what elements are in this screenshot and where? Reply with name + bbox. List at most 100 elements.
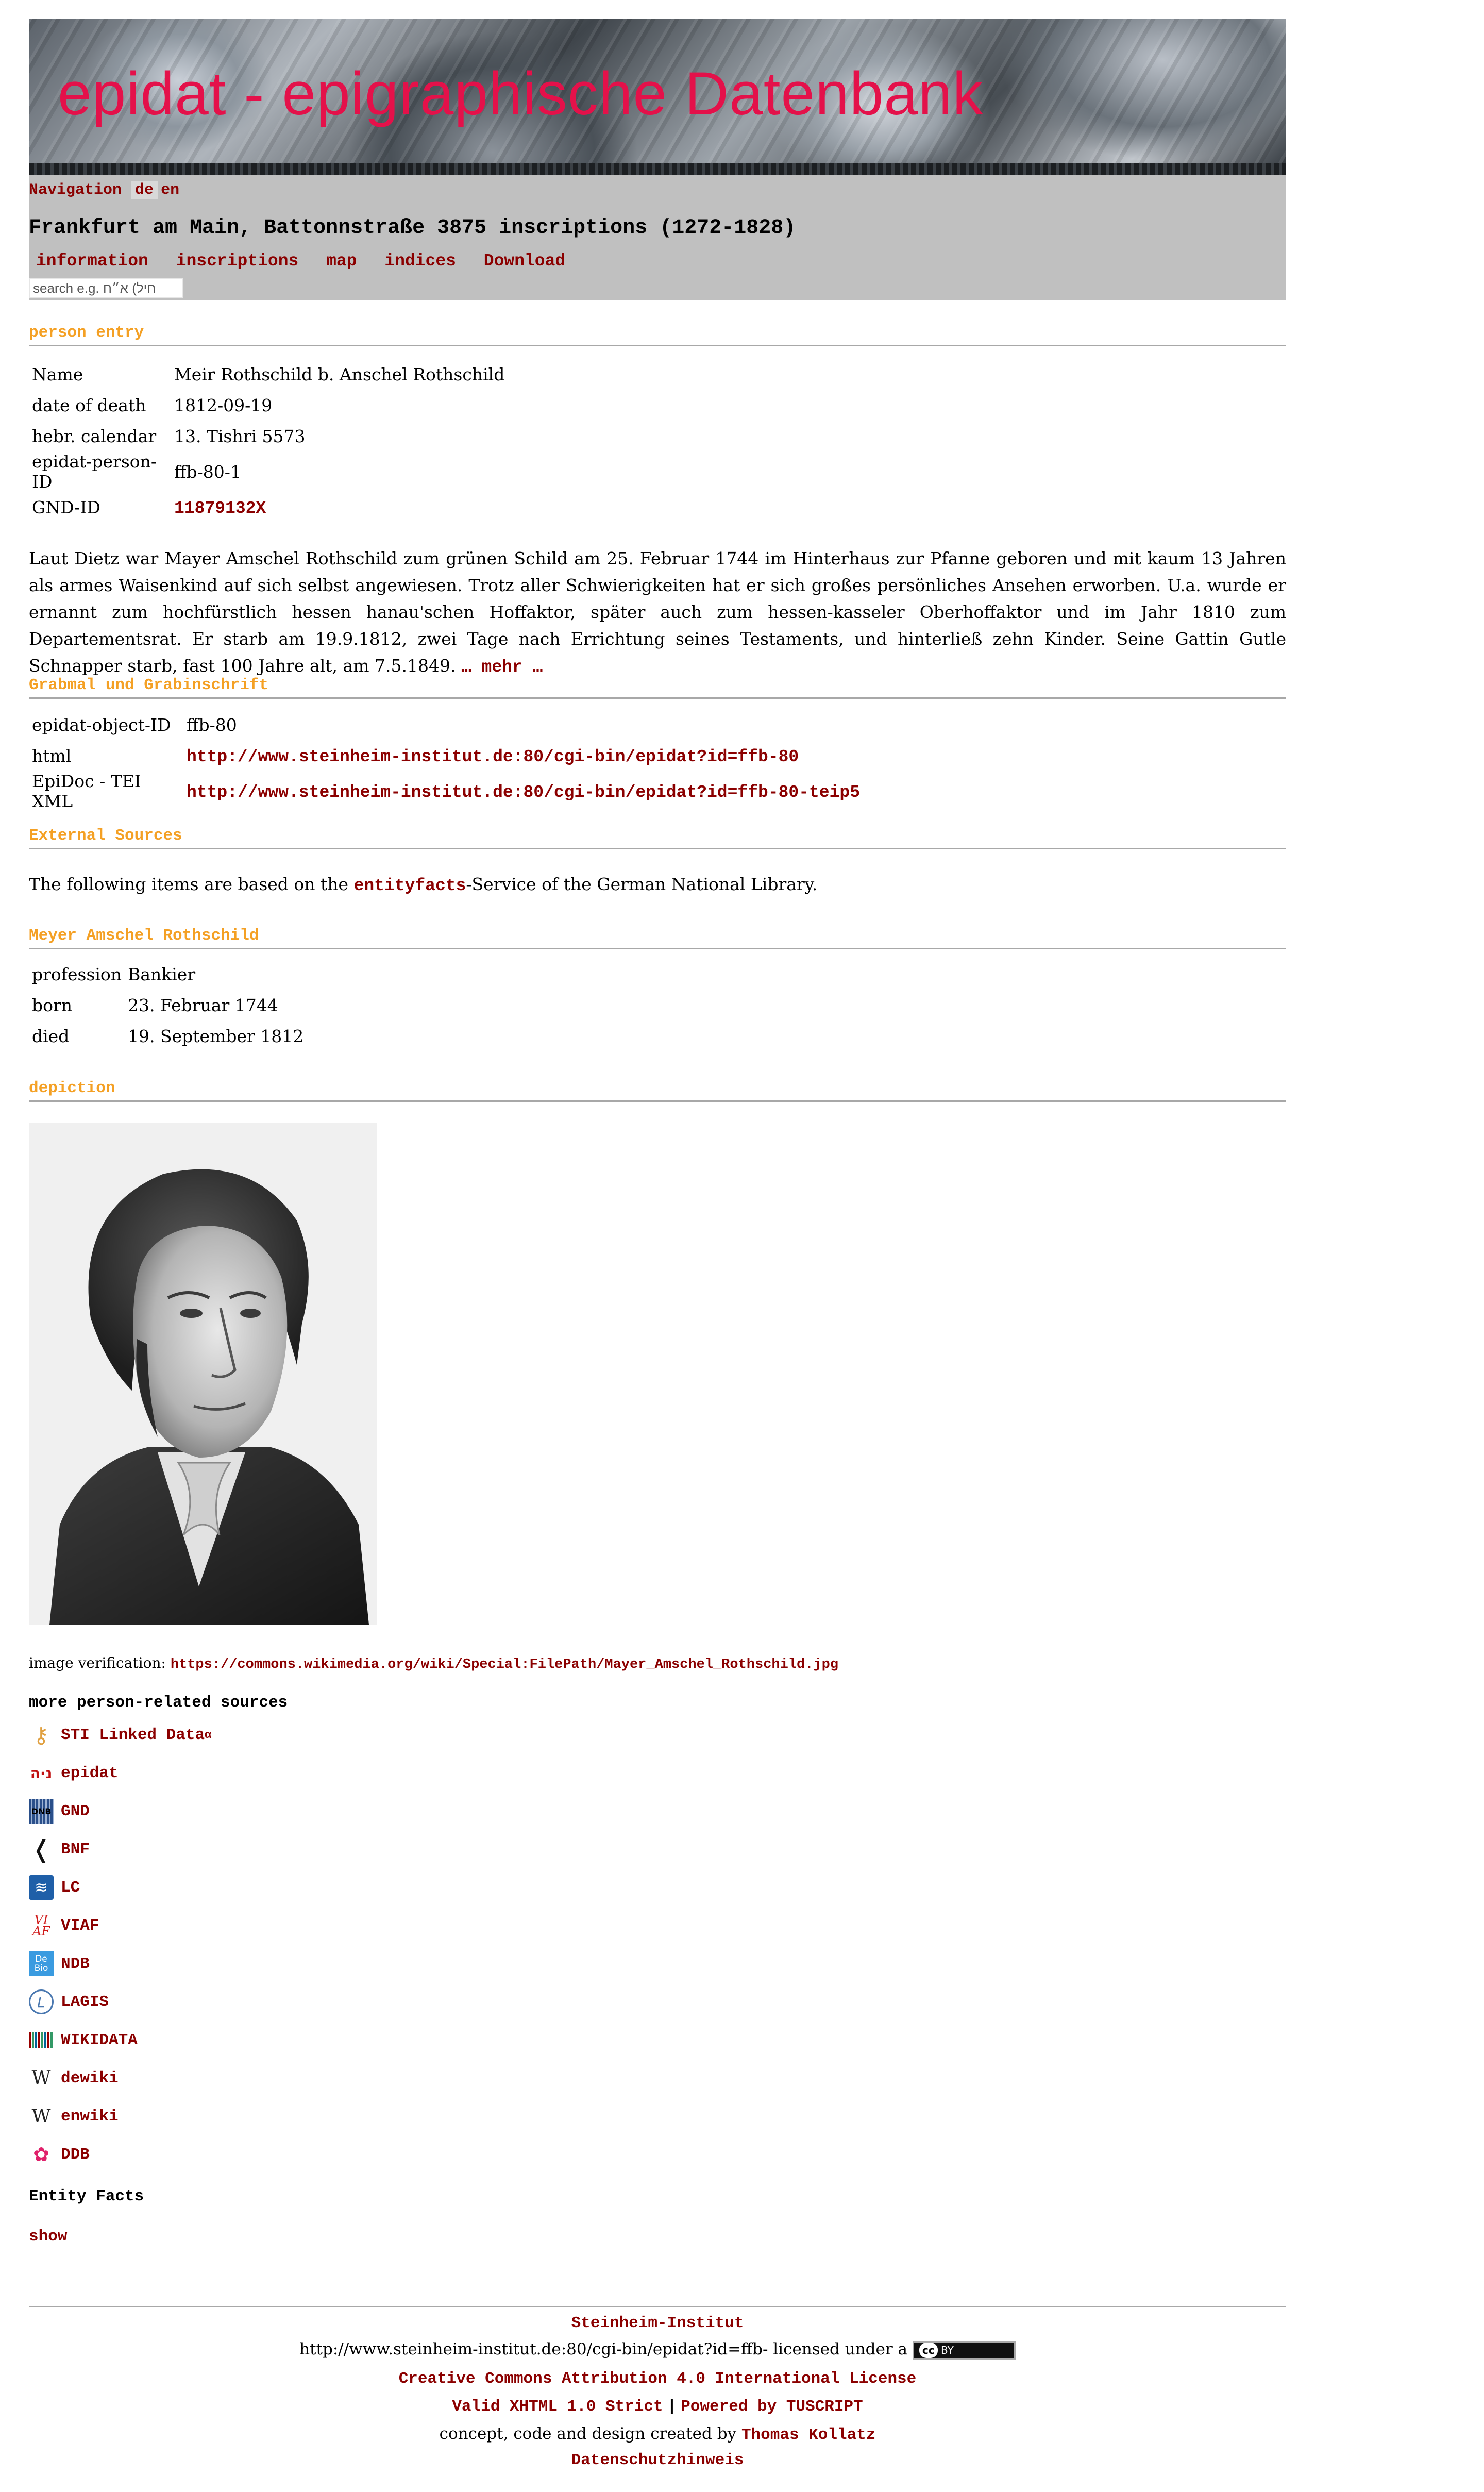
valid-xhtml-link[interactable]: Valid XHTML 1.0 Strict	[452, 2398, 663, 2416]
source-enwiki[interactable]: W enwiki	[29, 2101, 119, 2132]
source-ddb[interactable]: ✿ DDB	[29, 2139, 90, 2170]
biography-body: Laut Dietz war Mayer Amschel Rothschild …	[29, 548, 1286, 676]
institute-link[interactable]: Steinheim-Institut	[29, 2314, 1286, 2332]
search-input[interactable]	[29, 278, 183, 298]
entityfacts-link[interactable]: entityfacts	[354, 876, 466, 895]
verification-url-link[interactable]: https://commons.wikimedia.org/wiki/Speci…	[171, 1657, 838, 1673]
external-sources-heading: External Sources	[29, 827, 1286, 849]
source-wikidata[interactable]: WIKIDATA	[29, 2025, 138, 2055]
wikidata-icon	[29, 2032, 54, 2048]
cc-by-badge[interactable]: cc BY	[912, 2340, 1016, 2360]
wikipedia-icon: W	[31, 2067, 51, 2089]
row-key: EpiDoc - TEI XML	[32, 771, 141, 811]
source-gnd[interactable]: DNB GND	[29, 1796, 90, 1827]
source-sti-linked-data[interactable]: ⚷ STI Linked Data α	[29, 1719, 212, 1750]
gnd-id-link[interactable]: 11879132X	[174, 499, 266, 518]
menu-map[interactable]: map	[326, 252, 357, 271]
language-de-link[interactable]: de	[131, 181, 158, 199]
cc-icon: cc	[919, 2342, 938, 2358]
html-link[interactable]: http://www.steinheim-institut.de:80/cgi-…	[187, 747, 799, 766]
privacy-link[interactable]: Datenschutzhinweis	[29, 2451, 1286, 2469]
row-value: 13. Tishri 5573	[174, 426, 306, 446]
gnd-person-table: profession Bankier born 23. Februar 1744…	[29, 959, 307, 1051]
gnd-person-heading: Meyer Amschel Rothschild	[29, 927, 1286, 949]
language-en-link[interactable]: en	[161, 181, 179, 199]
bnf-icon: ❬	[31, 1835, 52, 1863]
source-bnf[interactable]: ❬ BNF	[29, 1834, 90, 1865]
site-title: epidat - epigraphische Datenbank	[58, 60, 984, 128]
epidoc-link[interactable]: http://www.steinheim-institut.de:80/cgi-…	[187, 783, 860, 802]
source-label: GND	[61, 1802, 90, 1820]
table-row: EpiDoc - TEI XML http://www.steinheim-in…	[29, 771, 863, 811]
row-key: html	[32, 745, 72, 766]
row-value: 19. September 1812	[128, 1026, 304, 1046]
table-row: epidat-person-ID ffb-80-1	[29, 451, 508, 492]
source-label: epidat	[61, 1764, 119, 1782]
gnd-icon: DNB	[29, 1799, 54, 1824]
navigation-label[interactable]: Navigation	[29, 181, 122, 199]
source-label: LC	[61, 1878, 80, 1897]
alpha-superscript: α	[205, 1728, 212, 1742]
navigation-panel: Navigation de en Frankfurt am Main, Batto…	[29, 175, 1286, 300]
grabmal-table: epidat-object-ID ffb-80 html http://www.…	[29, 709, 863, 812]
footer-separator: |	[667, 2398, 677, 2416]
menu-download[interactable]: Download	[484, 252, 565, 271]
source-epidat[interactable]: נ·ה epidat	[29, 1758, 119, 1788]
row-key: Name	[32, 364, 83, 384]
source-ndb[interactable]: De Bio NDB	[29, 1948, 90, 1979]
source-lc[interactable]: ≋ LC	[29, 1872, 80, 1903]
external-sources-text: The following items are based on the ent…	[29, 871, 1286, 899]
table-row: html http://www.steinheim-institut.de:80…	[29, 740, 863, 771]
more-link[interactable]: … mehr …	[461, 658, 543, 677]
table-row: Name Meir Rothschild b. Anschel Rothschi…	[29, 359, 508, 390]
image-verification: image verification: https://commons.wiki…	[29, 1654, 838, 1673]
row-key: GND-ID	[32, 497, 100, 517]
row-value: ffb-80	[187, 714, 237, 735]
person-entry-heading: person entry	[29, 324, 1286, 346]
source-dewiki[interactable]: W dewiki	[29, 2063, 119, 2094]
menu-indices[interactable]: indices	[384, 252, 456, 271]
credits-text: concept, code and design created by	[439, 2424, 741, 2443]
source-label: DDB	[61, 2145, 90, 2164]
source-viaf[interactable]: VI AF VIAF	[29, 1910, 99, 1941]
source-label: enwiki	[61, 2107, 119, 2126]
epidat-icon: נ·ה	[30, 1764, 53, 1782]
person-entry-table: Name Meir Rothschild b. Anschel Rothschi…	[29, 359, 508, 523]
source-lagis[interactable]: L LAGIS	[29, 1986, 109, 2017]
powered-by-link[interactable]: Powered by TUSCRIPT	[681, 2398, 863, 2416]
site-banner[interactable]: epidat - epigraphische Datenbank	[29, 19, 1286, 175]
nav-menu: information inscriptions map indices Dow…	[36, 252, 583, 271]
footer-credits: concept, code and design created by Thom…	[29, 2424, 1286, 2444]
table-row: date of death 1812-09-19	[29, 390, 508, 421]
biography-text: Laut Dietz war Mayer Amschel Rothschild …	[29, 545, 1286, 681]
source-label: dewiki	[61, 2069, 119, 2087]
source-label: STI Linked Data	[61, 1726, 205, 1744]
grabmal-heading: Grabmal und Grabinschrift	[29, 676, 1286, 699]
menu-information[interactable]: information	[36, 252, 148, 271]
row-key: hebr. calendar	[32, 426, 157, 446]
menu-inscriptions[interactable]: inscriptions	[176, 252, 299, 271]
corpus-title: Frankfurt am Main, Battonnstraße 3875 in…	[29, 216, 796, 240]
entity-facts-heading: Entity Facts	[29, 2187, 144, 2205]
page: epidat - epigraphische Datenbank Navigat…	[29, 19, 1286, 2469]
lc-icon: ≋	[29, 1875, 54, 1900]
row-value: 23. Februar 1744	[128, 995, 278, 1015]
source-label: WIKIDATA	[61, 2031, 138, 2049]
footer-validation-line: Valid XHTML 1.0 Strict | Powered by TUSCRI…	[29, 2398, 1286, 2416]
row-key: epidat-person-ID	[32, 451, 157, 492]
row-key: date of death	[32, 395, 146, 415]
table-row: epidat-object-ID ffb-80	[29, 709, 863, 740]
source-label: BNF	[61, 1840, 90, 1859]
license-link[interactable]: Creative Commons Attribution 4.0 Interna…	[29, 2370, 1286, 2388]
row-key: profession	[32, 964, 122, 984]
source-label: NDB	[61, 1954, 90, 1973]
author-link[interactable]: Thomas Kollatz	[741, 2426, 875, 2444]
entity-facts-show-link[interactable]: show	[29, 2228, 67, 2246]
table-row: hebr. calendar 13. Tishri 5573	[29, 421, 508, 451]
portrait-image[interactable]	[29, 1123, 377, 1625]
row-key: died	[32, 1026, 70, 1046]
table-row: profession Bankier	[29, 959, 307, 990]
source-label: LAGIS	[61, 1993, 109, 2011]
viaf-icon: VI AF	[32, 1913, 50, 1938]
cc-badge-label: BY	[940, 2344, 954, 2356]
